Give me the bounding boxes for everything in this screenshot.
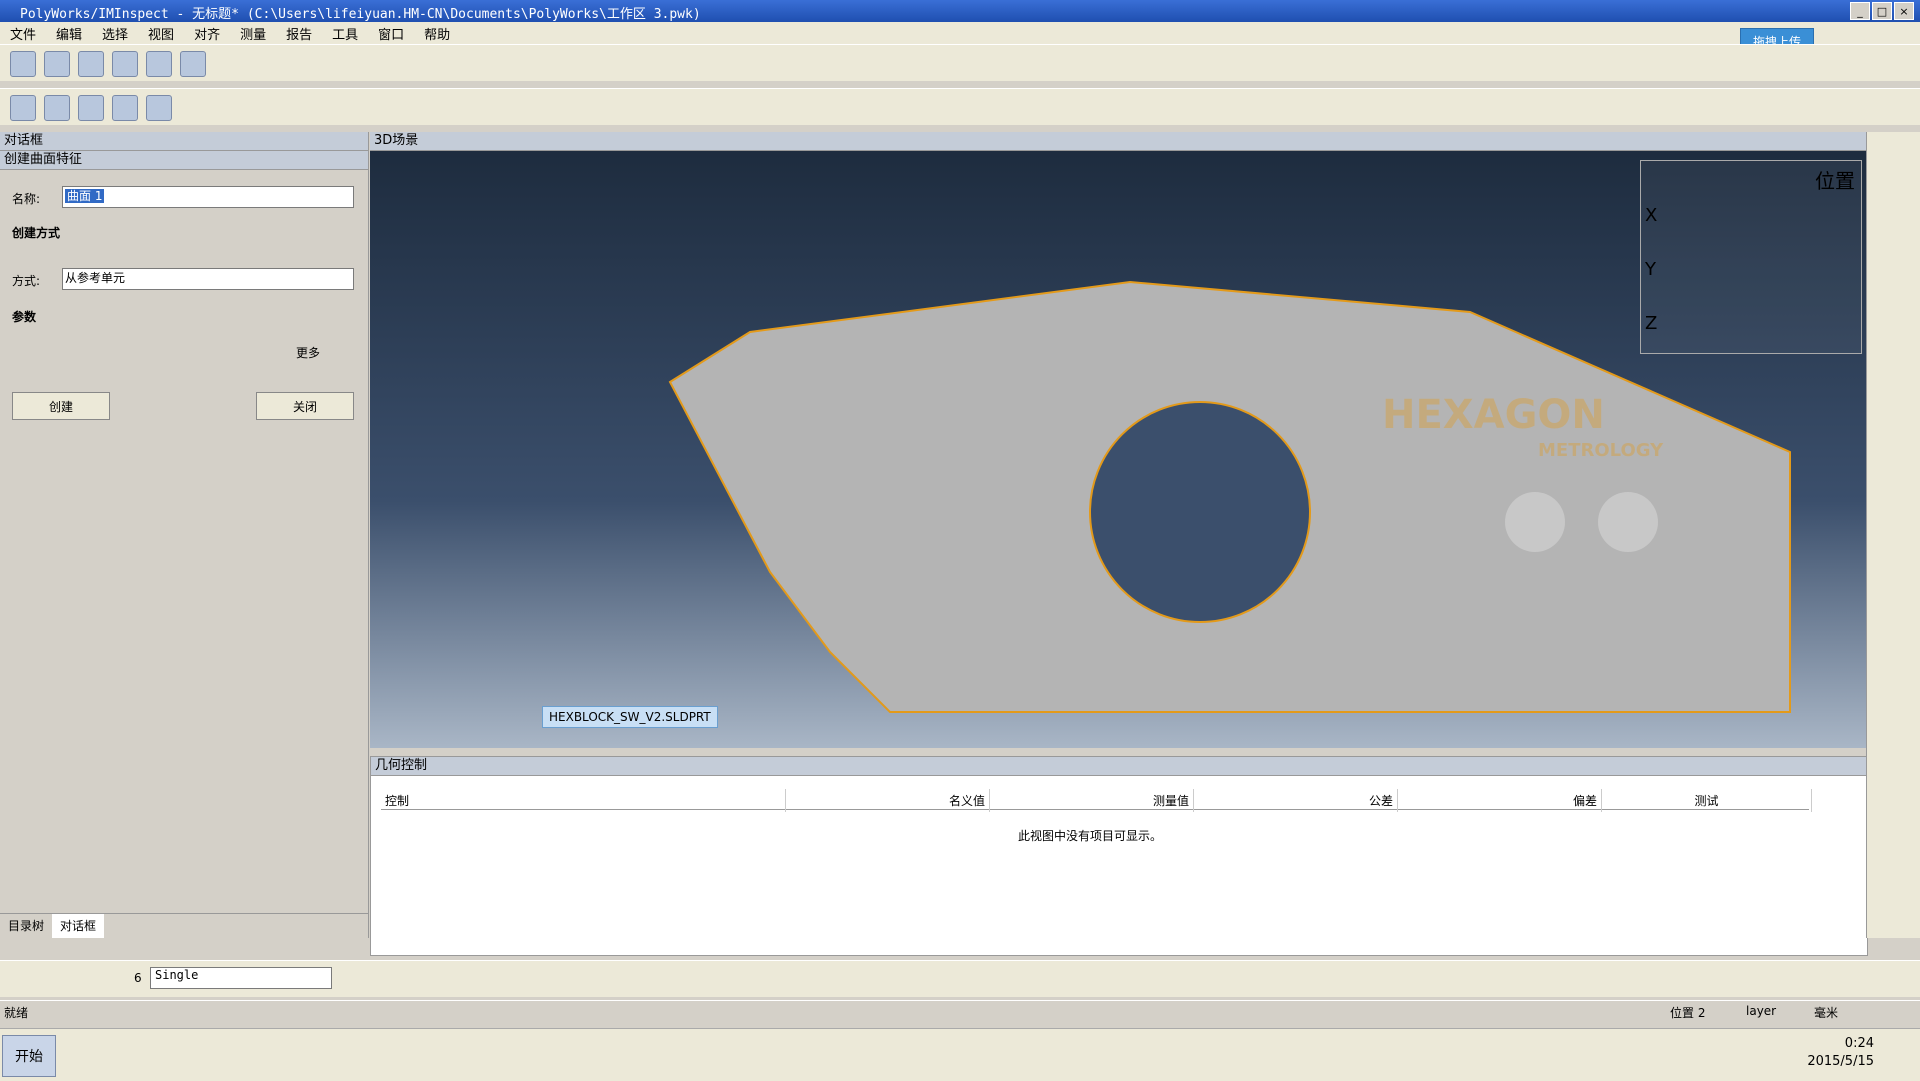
undo-icon[interactable] <box>112 51 138 77</box>
open-file-icon[interactable] <box>44 51 70 77</box>
empty-message: 此视图中没有项目可显示。 <box>1017 829 1162 843</box>
name-label: 名称: <box>12 192 41 206</box>
position-panel: 位置 X Y Z <box>1640 160 1862 354</box>
import-icon[interactable] <box>180 51 206 77</box>
menu-file[interactable]: 文件 <box>0 24 46 43</box>
right-toolbar <box>1866 132 1920 938</box>
maximize-button[interactable]: □ <box>1872 2 1892 20</box>
col-control[interactable]: 控制 <box>381 789 786 812</box>
status-bar: 就绪 位置 2 layer 毫米 <box>0 1000 1920 1023</box>
mode-select-value: Single <box>155 968 199 982</box>
position-header: 位置 <box>1815 169 1855 193</box>
save-icon[interactable] <box>78 51 104 77</box>
surface-feature-title: 创建曲面特征 <box>0 151 368 170</box>
tab-dialog[interactable]: 对话框 <box>52 914 105 938</box>
menu-edit[interactable]: 编辑 <box>46 24 92 43</box>
close-button[interactable]: × <box>1894 2 1914 20</box>
status-unit[interactable]: 毫米 <box>1814 1004 1838 1021</box>
col-tolerance[interactable]: 公差 <box>1194 789 1398 812</box>
circle-icon[interactable] <box>44 95 70 121</box>
name-field[interactable]: 曲面 1 <box>62 186 354 208</box>
sphere-icon[interactable] <box>112 95 138 121</box>
params-header: 参数 <box>12 310 37 324</box>
minimize-button[interactable]: _ <box>1850 2 1870 20</box>
title-bar: PolyWorks/IMInspect - 无标题* (C:\Users\lif… <box>0 0 1920 22</box>
window-controls: _ □ × <box>1850 2 1914 20</box>
method-select[interactable]: 从参考单元 <box>62 268 354 290</box>
panel-tabs: 目录树 对话框 <box>0 913 368 938</box>
watermark-main: HEXAGON <box>1382 392 1605 438</box>
geometry-title: 几何控制 <box>371 757 1867 776</box>
dialog-panel-title: 对话框 <box>0 132 368 151</box>
create-method-header: 创建方式 <box>12 226 61 240</box>
more-toggle[interactable]: 更多 <box>296 344 320 361</box>
taskbar: 开始 0:24 2015/5/15 <box>0 1028 1920 1081</box>
method-select-value: 从参考单元 <box>65 271 126 285</box>
position-y: Y <box>1645 259 1656 280</box>
window-title: PolyWorks/IMInspect - 无标题* (C:\Users\lif… <box>20 7 701 22</box>
part-label[interactable]: HEXBLOCK_SW_V2.SLDPRT <box>542 706 718 728</box>
menu-bar: 文件 编辑 选择 视图 对齐 测量 报告 工具 窗口 帮助 <box>0 22 1920 44</box>
bottom-toolbar: 6 Single <box>0 960 1920 997</box>
clock-date: 2015/5/15 <box>1807 1054 1874 1069</box>
col-nominal[interactable]: 名义值 <box>786 789 990 812</box>
dialog-panel: 对话框 创建曲面特征 名称: 曲面 1 创建方式 方式: 从参考单元 参数 更多… <box>0 132 369 938</box>
create-button[interactable]: 创建 <box>12 392 110 420</box>
status-text: 就绪 <box>4 1006 29 1020</box>
count-label: 6 <box>134 971 142 985</box>
feature-toolbar <box>0 88 1920 125</box>
method-label: 方式: <box>12 274 41 288</box>
new-file-icon[interactable] <box>10 51 36 77</box>
col-deviation[interactable]: 偏差 <box>1398 789 1602 812</box>
cylinder-icon[interactable] <box>78 95 104 121</box>
menu-view[interactable]: 视图 <box>138 24 184 43</box>
clock-time: 0:24 <box>1844 1036 1874 1051</box>
position-z: Z <box>1645 313 1658 334</box>
mode-select[interactable]: Single <box>150 967 332 989</box>
tab-tree[interactable]: 目录树 <box>0 914 52 938</box>
menu-report[interactable]: 报告 <box>276 24 322 43</box>
geometry-columns: 控制 名义值 测量值 公差 偏差 测试 <box>381 789 1812 812</box>
position-x: X <box>1645 205 1658 226</box>
geometry-control-panel: 几何控制 控制 名义值 测量值 公差 偏差 测试 此视图中没有项目可显示。 <box>370 756 1868 956</box>
menu-measure[interactable]: 测量 <box>230 24 276 43</box>
menu-window[interactable]: 窗口 <box>368 24 414 43</box>
point-icon[interactable] <box>146 95 172 121</box>
menu-select[interactable]: 选择 <box>92 24 138 43</box>
col-measured[interactable]: 测量值 <box>990 789 1194 812</box>
dialog-close-button[interactable]: 关闭 <box>256 392 354 420</box>
status-position[interactable]: 位置 2 <box>1670 1004 1705 1021</box>
system-clock: 0:24 2015/5/15 <box>1807 1035 1874 1071</box>
col-test[interactable]: 测试 <box>1602 789 1812 812</box>
menu-help[interactable]: 帮助 <box>414 24 460 43</box>
menu-tools[interactable]: 工具 <box>322 24 368 43</box>
plane-icon[interactable] <box>10 95 36 121</box>
watermark-sub: METROLOGY <box>1538 440 1664 461</box>
name-field-value: 曲面 1 <box>65 189 105 203</box>
main-toolbar <box>0 44 1920 81</box>
menu-align[interactable]: 对齐 <box>184 24 230 43</box>
start-button[interactable]: 开始 <box>2 1035 56 1077</box>
redo-icon[interactable] <box>146 51 172 77</box>
status-layer[interactable]: layer <box>1746 1004 1776 1018</box>
